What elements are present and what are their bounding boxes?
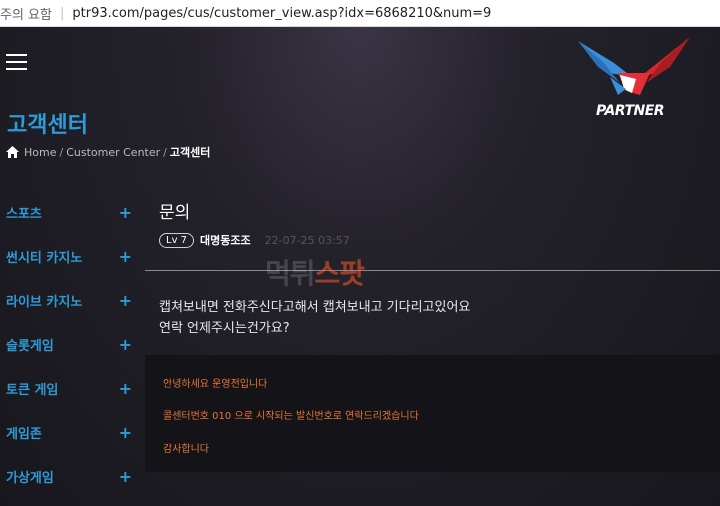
- breadcrumb: Home / Customer Center / 고객센터: [6, 144, 210, 160]
- page-title: 고객센터: [7, 113, 88, 138]
- post-author: 대명동조조: [200, 234, 251, 247]
- watermark-accent-text: 스팟: [314, 257, 366, 290]
- sidebar-item-label: 가상게임: [6, 470, 54, 486]
- reply-line: 콜센터번호 010 으로 시작되는 발신번호로 연락드리겠습니다: [163, 411, 419, 422]
- admin-reply: 안녕하세요 운영전입니다 콜센터번호 010 으로 시작되는 발신번호로 연락드…: [145, 355, 720, 472]
- sidebar-item-label: 스포츠: [6, 206, 42, 222]
- post-meta: Lv 7 대명동조조 22-07-25 03:57: [159, 232, 350, 248]
- breadcrumb-current: 고객센터: [169, 146, 211, 159]
- sidebar: 스포츠 + 썬시티 카지노 + 라이브 카지노 + 슬롯게임 + 토큰 게임 +…: [0, 190, 140, 498]
- plus-icon[interactable]: +: [119, 467, 132, 486]
- sidebar-item-label: 썬시티 카지노: [6, 250, 83, 266]
- sidebar-item-label: 토큰 게임: [6, 382, 59, 398]
- partner-logo[interactable]: PARTNER: [574, 33, 694, 123]
- reply-line: 안녕하세요 운영전입니다: [163, 379, 268, 390]
- sidebar-item-sports[interactable]: 스포츠 +: [0, 190, 140, 234]
- security-warning[interactable]: 주의 요함: [0, 4, 52, 23]
- breadcrumb-separator: /: [163, 145, 167, 159]
- level-badge: Lv 7: [159, 232, 195, 248]
- sidebar-item-token-game[interactable]: 토큰 게임 +: [0, 366, 140, 410]
- menu-icon[interactable]: [6, 54, 27, 70]
- watermark: 먹튀스팟: [265, 252, 366, 292]
- plus-icon[interactable]: +: [119, 379, 132, 398]
- post-body: 캡쳐보내면 전화주신다고해서 캡쳐보내고 기다리고있어요 연락 언제주시는건가요…: [159, 297, 470, 339]
- plus-icon[interactable]: +: [119, 203, 132, 222]
- sidebar-item-slot-game[interactable]: 슬롯게임 +: [0, 322, 140, 366]
- browser-address-bar[interactable]: 주의 요함 | ptr93.com/pages/cus/customer_vie…: [0, 0, 720, 27]
- logo-text: PARTNER: [596, 103, 665, 119]
- divider: [145, 270, 720, 271]
- breadcrumb-home[interactable]: Home: [24, 146, 56, 159]
- post-title: 문의: [159, 203, 191, 223]
- sidebar-item-suncity-casino[interactable]: 썬시티 카지노 +: [0, 234, 140, 278]
- post-body-line: 캡쳐보내면 전화주신다고해서 캡쳐보내고 기다리고있어요: [159, 300, 471, 315]
- page: PARTNER 고객센터 Home / Customer Center / 고객…: [0, 27, 720, 506]
- home-icon[interactable]: [6, 146, 19, 158]
- sidebar-item-label: 게임존: [6, 426, 42, 442]
- post-date: 22-07-25 03:57: [264, 233, 350, 247]
- sidebar-item-live-casino[interactable]: 라이브 카지노 +: [0, 278, 140, 322]
- plus-icon[interactable]: +: [119, 291, 132, 310]
- reply-line: 감사합니다: [163, 444, 209, 455]
- watermark-text: 먹튀: [265, 257, 316, 290]
- sidebar-item-virtual-game[interactable]: 가상게임 +: [0, 454, 140, 498]
- eagle-logo-icon: [578, 37, 690, 95]
- sidebar-item-label: 라이브 카지노: [6, 294, 83, 310]
- breadcrumb-customer-center[interactable]: Customer Center: [66, 146, 160, 159]
- address-separator: |: [59, 5, 65, 21]
- plus-icon[interactable]: +: [119, 247, 132, 266]
- url-text[interactable]: ptr93.com/pages/cus/customer_view.asp?id…: [72, 6, 491, 21]
- post-body-line: 연락 언제주시는건가요?: [159, 321, 290, 336]
- breadcrumb-separator: /: [59, 145, 64, 159]
- plus-icon[interactable]: +: [119, 423, 132, 442]
- sidebar-item-game-zone[interactable]: 게임존 +: [0, 410, 140, 454]
- plus-icon[interactable]: +: [119, 335, 132, 354]
- sidebar-item-label: 슬롯게임: [6, 338, 54, 354]
